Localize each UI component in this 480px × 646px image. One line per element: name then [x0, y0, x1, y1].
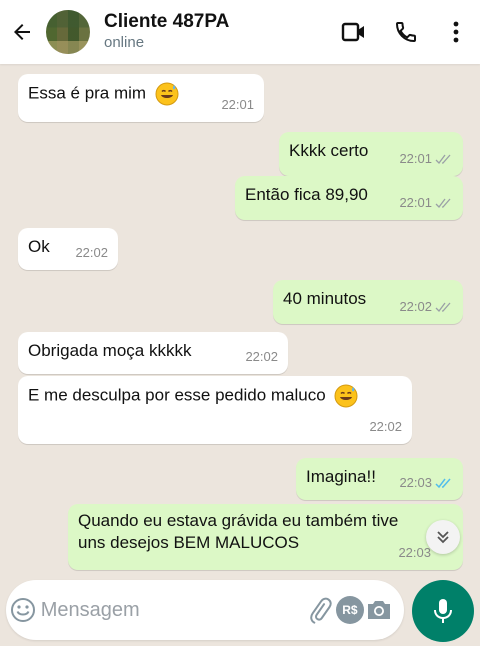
emoji-button[interactable] [6, 597, 41, 623]
back-button[interactable] [2, 0, 42, 64]
message-text: Kkkk certo [289, 141, 369, 160]
message-outgoing[interactable]: 40 minutos 22:02 [273, 280, 463, 324]
message-outgoing[interactable]: Kkkk certo 22:01 [279, 132, 463, 176]
mic-icon [434, 599, 452, 623]
attach-button[interactable] [306, 596, 335, 624]
message-text: Essa é pra mim [28, 83, 147, 103]
video-call-icon [341, 22, 364, 42]
chat-header: Cliente 487PA online [0, 0, 480, 64]
contact-status: online [104, 34, 145, 51]
more-options-icon [453, 21, 459, 43]
payment-icon: R$ [335, 596, 364, 624]
message-outgoing[interactable]: Então fica 89,90 22:01 [235, 176, 463, 220]
message-incoming[interactable]: E me desculpa por esse pedido maluco 22:… [18, 376, 412, 444]
sweat-smile-emoji-icon [334, 384, 358, 408]
payment-label: R$ [342, 603, 358, 617]
attach-icon [310, 597, 333, 624]
emoji-icon [11, 598, 36, 622]
message-time: 22:01 [399, 192, 453, 214]
payment-button[interactable]: R$ [335, 596, 364, 624]
contact-name: Cliente 487PA [104, 11, 230, 32]
message-incoming[interactable]: Obrigada moça kkkkk 22:02 [18, 332, 288, 374]
message-incoming[interactable]: Essa é pra mim 22:01 [18, 74, 264, 122]
sweat-smile-emoji-icon [155, 82, 179, 106]
camera-icon [368, 601, 391, 619]
phone-icon [395, 22, 416, 43]
message-text: Então fica 89,90 [245, 185, 368, 204]
message-text: 40 minutos [283, 289, 367, 308]
message-time: 22:02 [369, 419, 402, 434]
message-composer: R$ [6, 580, 404, 640]
message-text: Imagina!! [306, 467, 376, 486]
message-time: 22:03 [399, 472, 453, 494]
contact-info[interactable]: Cliente 487PA online [104, 11, 328, 53]
voice-call-button[interactable] [380, 0, 432, 64]
scroll-down-button[interactable] [426, 520, 460, 554]
message-outgoing[interactable]: Imagina!! 22:03 [296, 458, 463, 500]
avatar[interactable] [46, 10, 90, 54]
more-options-button[interactable] [432, 0, 480, 64]
message-time: 22:01 [399, 148, 453, 170]
message-incoming[interactable]: Ok 22:02 [18, 228, 118, 270]
read-ticks-icon [435, 154, 451, 164]
message-text-line: uns desejos BEM MALUCOS [78, 533, 300, 552]
read-ticks-icon [435, 302, 451, 312]
message-time: 22:01 [221, 97, 254, 112]
read-ticks-icon [435, 198, 451, 208]
voice-message-button[interactable] [412, 580, 474, 642]
message-time: 22:03 [398, 545, 431, 560]
video-call-button[interactable] [328, 0, 380, 64]
message-list[interactable]: Essa é pra mim 22:01 Kkkk certo 22:01 En… [0, 64, 480, 574]
camera-button[interactable] [365, 598, 394, 622]
message-time: 22:02 [399, 296, 453, 318]
message-text-line: Quando eu estava grávida eu também tive [78, 511, 399, 530]
back-arrow-icon [14, 24, 30, 40]
message-time: 22:02 [75, 245, 108, 260]
read-ticks-icon [435, 478, 451, 489]
scroll-down-icon [437, 531, 449, 544]
message-outgoing[interactable]: Quando eu estava grávida eu também tive … [68, 504, 463, 570]
message-text: E me desculpa por esse pedido maluco [28, 385, 326, 405]
message-text: Ok [28, 237, 50, 256]
message-input[interactable] [40, 598, 306, 622]
message-time: 22:02 [245, 349, 278, 364]
message-text: Obrigada moça kkkkk [28, 341, 192, 360]
